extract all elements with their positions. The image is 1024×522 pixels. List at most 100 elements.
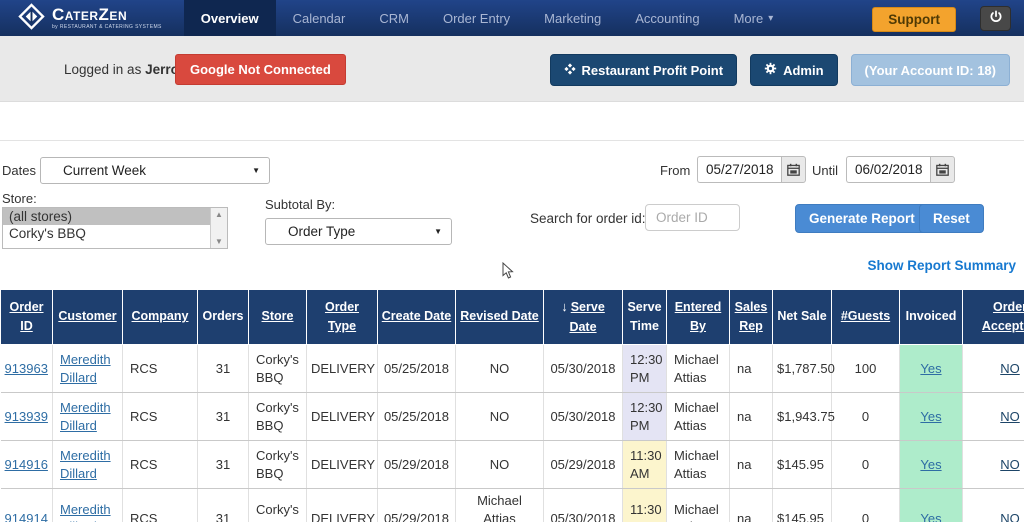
from-date-group bbox=[697, 156, 806, 183]
from-date-input[interactable] bbox=[697, 156, 781, 183]
cell-customer: Meredith Dillard bbox=[52, 488, 123, 522]
cell-entered-by: Michael Attias bbox=[666, 344, 730, 393]
scroll-down-icon[interactable]: ▼ bbox=[215, 237, 223, 246]
col-header-entered-by[interactable]: Entered By bbox=[666, 289, 730, 345]
cell-order-accepted: NO bbox=[962, 392, 1024, 441]
col-header-invoiced: Invoiced bbox=[899, 289, 963, 345]
nav-item-crm[interactable]: CRM bbox=[362, 0, 426, 36]
cell-company: RCS bbox=[122, 440, 198, 489]
four-diamonds-icon bbox=[563, 62, 576, 78]
order-id-link[interactable]: 914914 bbox=[5, 511, 48, 522]
cell-orders: 31 bbox=[197, 344, 249, 393]
listbox-scrollbar[interactable]: ▲ ▼ bbox=[210, 208, 227, 248]
cell-order-id: 913939 bbox=[0, 392, 53, 441]
cell-order-accepted: NO bbox=[962, 440, 1024, 489]
cell-guests: 100 bbox=[831, 344, 900, 393]
until-label: Until bbox=[812, 163, 839, 178]
cell-serve-date: 05/30/2018 bbox=[543, 392, 623, 441]
col-header-company[interactable]: Company bbox=[122, 289, 198, 345]
account-id-button[interactable]: (Your Account ID: 18) bbox=[850, 54, 1010, 86]
order-id-link[interactable]: 914916 bbox=[5, 457, 48, 472]
subtotal-by-select[interactable]: Order Type ▼ bbox=[265, 218, 452, 245]
cell-invoiced: Yes bbox=[899, 440, 963, 489]
cell-serve-time: 12:30 PM bbox=[622, 344, 667, 393]
cell-serve-time: 11:30 AM bbox=[622, 488, 667, 522]
invoiced-link[interactable]: Yes bbox=[920, 361, 941, 376]
cell-serve-time: 12:30 PM bbox=[622, 392, 667, 441]
nav-item-calendar[interactable]: Calendar bbox=[276, 0, 363, 36]
col-header-guests[interactable]: #Guests bbox=[831, 289, 900, 345]
customer-link[interactable]: Meredith Dillard bbox=[60, 502, 111, 522]
nav-item-more[interactable]: More ▾ bbox=[717, 0, 791, 36]
order-id-link[interactable]: 913963 bbox=[5, 361, 48, 376]
col-header-order-type[interactable]: Order Type bbox=[306, 289, 378, 345]
customer-link[interactable]: Meredith Dillard bbox=[60, 400, 111, 433]
cell-customer: Meredith Dillard bbox=[52, 440, 123, 489]
order-accepted-link[interactable]: NO bbox=[1000, 361, 1020, 376]
nav-item-overview[interactable]: Overview bbox=[183, 0, 276, 36]
col-header-orders: Orders bbox=[197, 289, 249, 345]
cell-order-type: DELIVERY bbox=[306, 392, 378, 441]
store-label: Store: bbox=[2, 191, 37, 206]
show-report-summary-link[interactable]: Show Report Summary bbox=[867, 258, 1016, 273]
cell-customer: Meredith Dillard bbox=[52, 392, 123, 441]
store-option-all[interactable]: (all stores) bbox=[3, 208, 210, 225]
invoiced-link[interactable]: Yes bbox=[920, 511, 941, 522]
col-header-customer[interactable]: Customer bbox=[52, 289, 123, 345]
cell-serve-date: 05/30/2018 bbox=[543, 488, 623, 522]
col-header-revised-date[interactable]: Revised Date bbox=[455, 289, 544, 345]
generate-report-button[interactable]: Generate Report bbox=[795, 204, 929, 233]
col-header-serve-date[interactable]: ↓ Serve Date bbox=[543, 289, 623, 345]
caterzen-diamond-icon bbox=[18, 3, 45, 33]
cell-create-date: 05/25/2018 bbox=[377, 392, 456, 441]
col-header-store[interactable]: Store bbox=[248, 289, 307, 345]
admin-button[interactable]: Admin bbox=[750, 54, 838, 86]
nav-item-accounting[interactable]: Accounting bbox=[618, 0, 716, 36]
col-header-order-accepted[interactable]: Order Accepted bbox=[962, 289, 1024, 345]
invoiced-link[interactable]: Yes bbox=[920, 409, 941, 424]
google-not-connected-button[interactable]: Google Not Connected bbox=[175, 54, 346, 85]
table-row: 914916 Meredith Dillard RCS 31 Corky's B… bbox=[0, 440, 1024, 489]
search-order-id-label: Search for order id: bbox=[530, 211, 646, 226]
cell-create-date: 05/29/2018 bbox=[377, 440, 456, 489]
brand-tagline: by RESTAURANT & CATERING SYSTEMS bbox=[52, 24, 162, 30]
cell-order-id: 914914 bbox=[0, 488, 53, 522]
cell-sales-rep: na bbox=[729, 344, 773, 393]
cell-create-date: 05/29/2018 bbox=[377, 488, 456, 522]
order-id-link[interactable]: 913939 bbox=[5, 409, 48, 424]
cell-guests: 0 bbox=[831, 440, 900, 489]
restaurant-profit-point-button[interactable]: Restaurant Profit Point bbox=[549, 54, 738, 86]
reset-button[interactable]: Reset bbox=[919, 204, 984, 233]
order-id-search-input[interactable] bbox=[645, 204, 740, 231]
until-date-input[interactable] bbox=[846, 156, 930, 183]
dates-select[interactable]: Current Week ▼ bbox=[40, 157, 270, 184]
customer-link[interactable]: Meredith Dillard bbox=[60, 352, 111, 385]
table-row: 913963 Meredith Dillard RCS 31 Corky's B… bbox=[0, 344, 1024, 393]
support-button[interactable]: Support bbox=[872, 7, 956, 32]
calendar-icon[interactable] bbox=[781, 156, 806, 183]
calendar-icon[interactable] bbox=[930, 156, 955, 183]
subtotal-select-value: Order Type bbox=[288, 224, 356, 239]
order-accepted-link[interactable]: NO bbox=[1000, 409, 1020, 424]
nav-item-marketing[interactable]: Marketing bbox=[527, 0, 618, 36]
scroll-up-icon[interactable]: ▲ bbox=[215, 210, 223, 219]
col-header-sales-rep[interactable]: Sales Rep bbox=[729, 289, 773, 345]
brand-logo[interactable]: CaterZen by RESTAURANT & CATERING SYSTEM… bbox=[0, 0, 176, 36]
gear-icon bbox=[764, 62, 777, 78]
col-header-order-id[interactable]: Order ID bbox=[0, 289, 53, 345]
store-option-corkys[interactable]: Corky's BBQ bbox=[3, 225, 210, 242]
logout-power-button[interactable] bbox=[980, 6, 1011, 31]
order-accepted-link[interactable]: NO bbox=[1000, 511, 1020, 522]
nav-item-order-entry[interactable]: Order Entry bbox=[426, 0, 527, 36]
order-accepted-link[interactable]: NO bbox=[1000, 457, 1020, 472]
cell-revised-date: Michael Attias 05/30/2018 bbox=[455, 488, 544, 522]
col-header-create-date[interactable]: Create Date bbox=[377, 289, 456, 345]
user-bar: Logged in as Jerrod Attias Google Not Co… bbox=[0, 36, 1024, 102]
invoiced-link[interactable]: Yes bbox=[920, 457, 941, 472]
customer-link[interactable]: Meredith Dillard bbox=[60, 448, 111, 481]
brand-name: CaterZen bbox=[52, 5, 128, 24]
cell-invoiced: Yes bbox=[899, 344, 963, 393]
mouse-cursor bbox=[502, 261, 515, 283]
subtotal-by-label: Subtotal By: bbox=[265, 197, 336, 212]
table-header-row: Order ID Customer Company Orders Store O… bbox=[0, 289, 1024, 345]
